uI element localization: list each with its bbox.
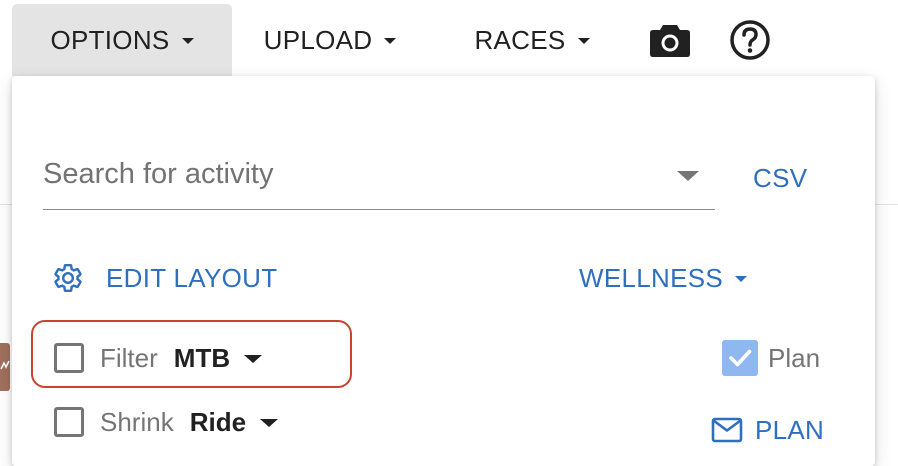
help-button[interactable] — [728, 18, 772, 62]
camera-icon — [650, 25, 690, 57]
activity-search-field — [43, 144, 715, 210]
csv-button[interactable]: CSV — [753, 160, 807, 196]
shrink-sport-value: Ride — [189, 406, 247, 437]
chevron-down-icon — [260, 419, 279, 427]
filter-sport-select[interactable]: MTB — [173, 342, 263, 374]
background-thumbnail-glyph — [0, 360, 10, 370]
chevron-down-icon — [577, 38, 590, 44]
help-circle-icon — [730, 20, 770, 60]
chevron-down-icon — [735, 276, 748, 282]
gear-icon — [54, 264, 82, 292]
wellness-menu-button[interactable]: WELLNESS — [579, 260, 748, 296]
mail-icon — [711, 417, 743, 443]
filter-checkbox[interactable] — [54, 343, 84, 373]
chevron-down-icon — [244, 355, 263, 363]
options-dropdown-panel: CSV EDIT LAYOUT WELLNESS Filter MTB Shri… — [12, 76, 875, 466]
search-dropdown-caret-icon[interactable] — [677, 171, 699, 181]
races-menu-label: RACES — [474, 24, 566, 55]
shrink-checkbox[interactable] — [54, 407, 84, 437]
edit-layout-label: EDIT LAYOUT — [106, 262, 278, 293]
upload-menu-button[interactable]: UPLOAD — [250, 4, 410, 76]
shrink-sport-select[interactable]: Ride — [189, 406, 279, 438]
options-menu-button[interactable]: OPTIONS — [12, 4, 232, 76]
chevron-down-icon — [181, 38, 194, 44]
shrink-row: Shrink Ride — [54, 402, 279, 442]
top-toolbar: OPTIONS UPLOAD RACES — [0, 0, 898, 76]
races-menu-button[interactable]: RACES — [458, 4, 606, 76]
options-menu-label: OPTIONS — [50, 24, 170, 55]
plan-checkbox[interactable] — [722, 340, 758, 376]
filter-row: Filter MTB — [54, 338, 263, 378]
plan-row: Plan — [722, 338, 820, 378]
activity-search-input[interactable] — [43, 152, 653, 196]
plan-checkbox-label: Plan — [768, 342, 821, 373]
filter-sport-value: MTB — [173, 342, 231, 373]
shrink-label: Shrink — [100, 406, 174, 437]
camera-button[interactable] — [648, 18, 692, 62]
chevron-down-icon — [384, 38, 397, 44]
plan-button-label: PLAN — [755, 414, 825, 445]
filter-label: Filter — [100, 342, 158, 373]
plan-email-button[interactable]: PLAN — [711, 412, 824, 448]
wellness-label: WELLNESS — [579, 262, 724, 293]
edit-layout-button[interactable]: EDIT LAYOUT — [52, 260, 277, 296]
upload-menu-label: UPLOAD — [263, 24, 373, 55]
csv-label: CSV — [753, 162, 808, 193]
checkmark-icon — [729, 349, 752, 367]
